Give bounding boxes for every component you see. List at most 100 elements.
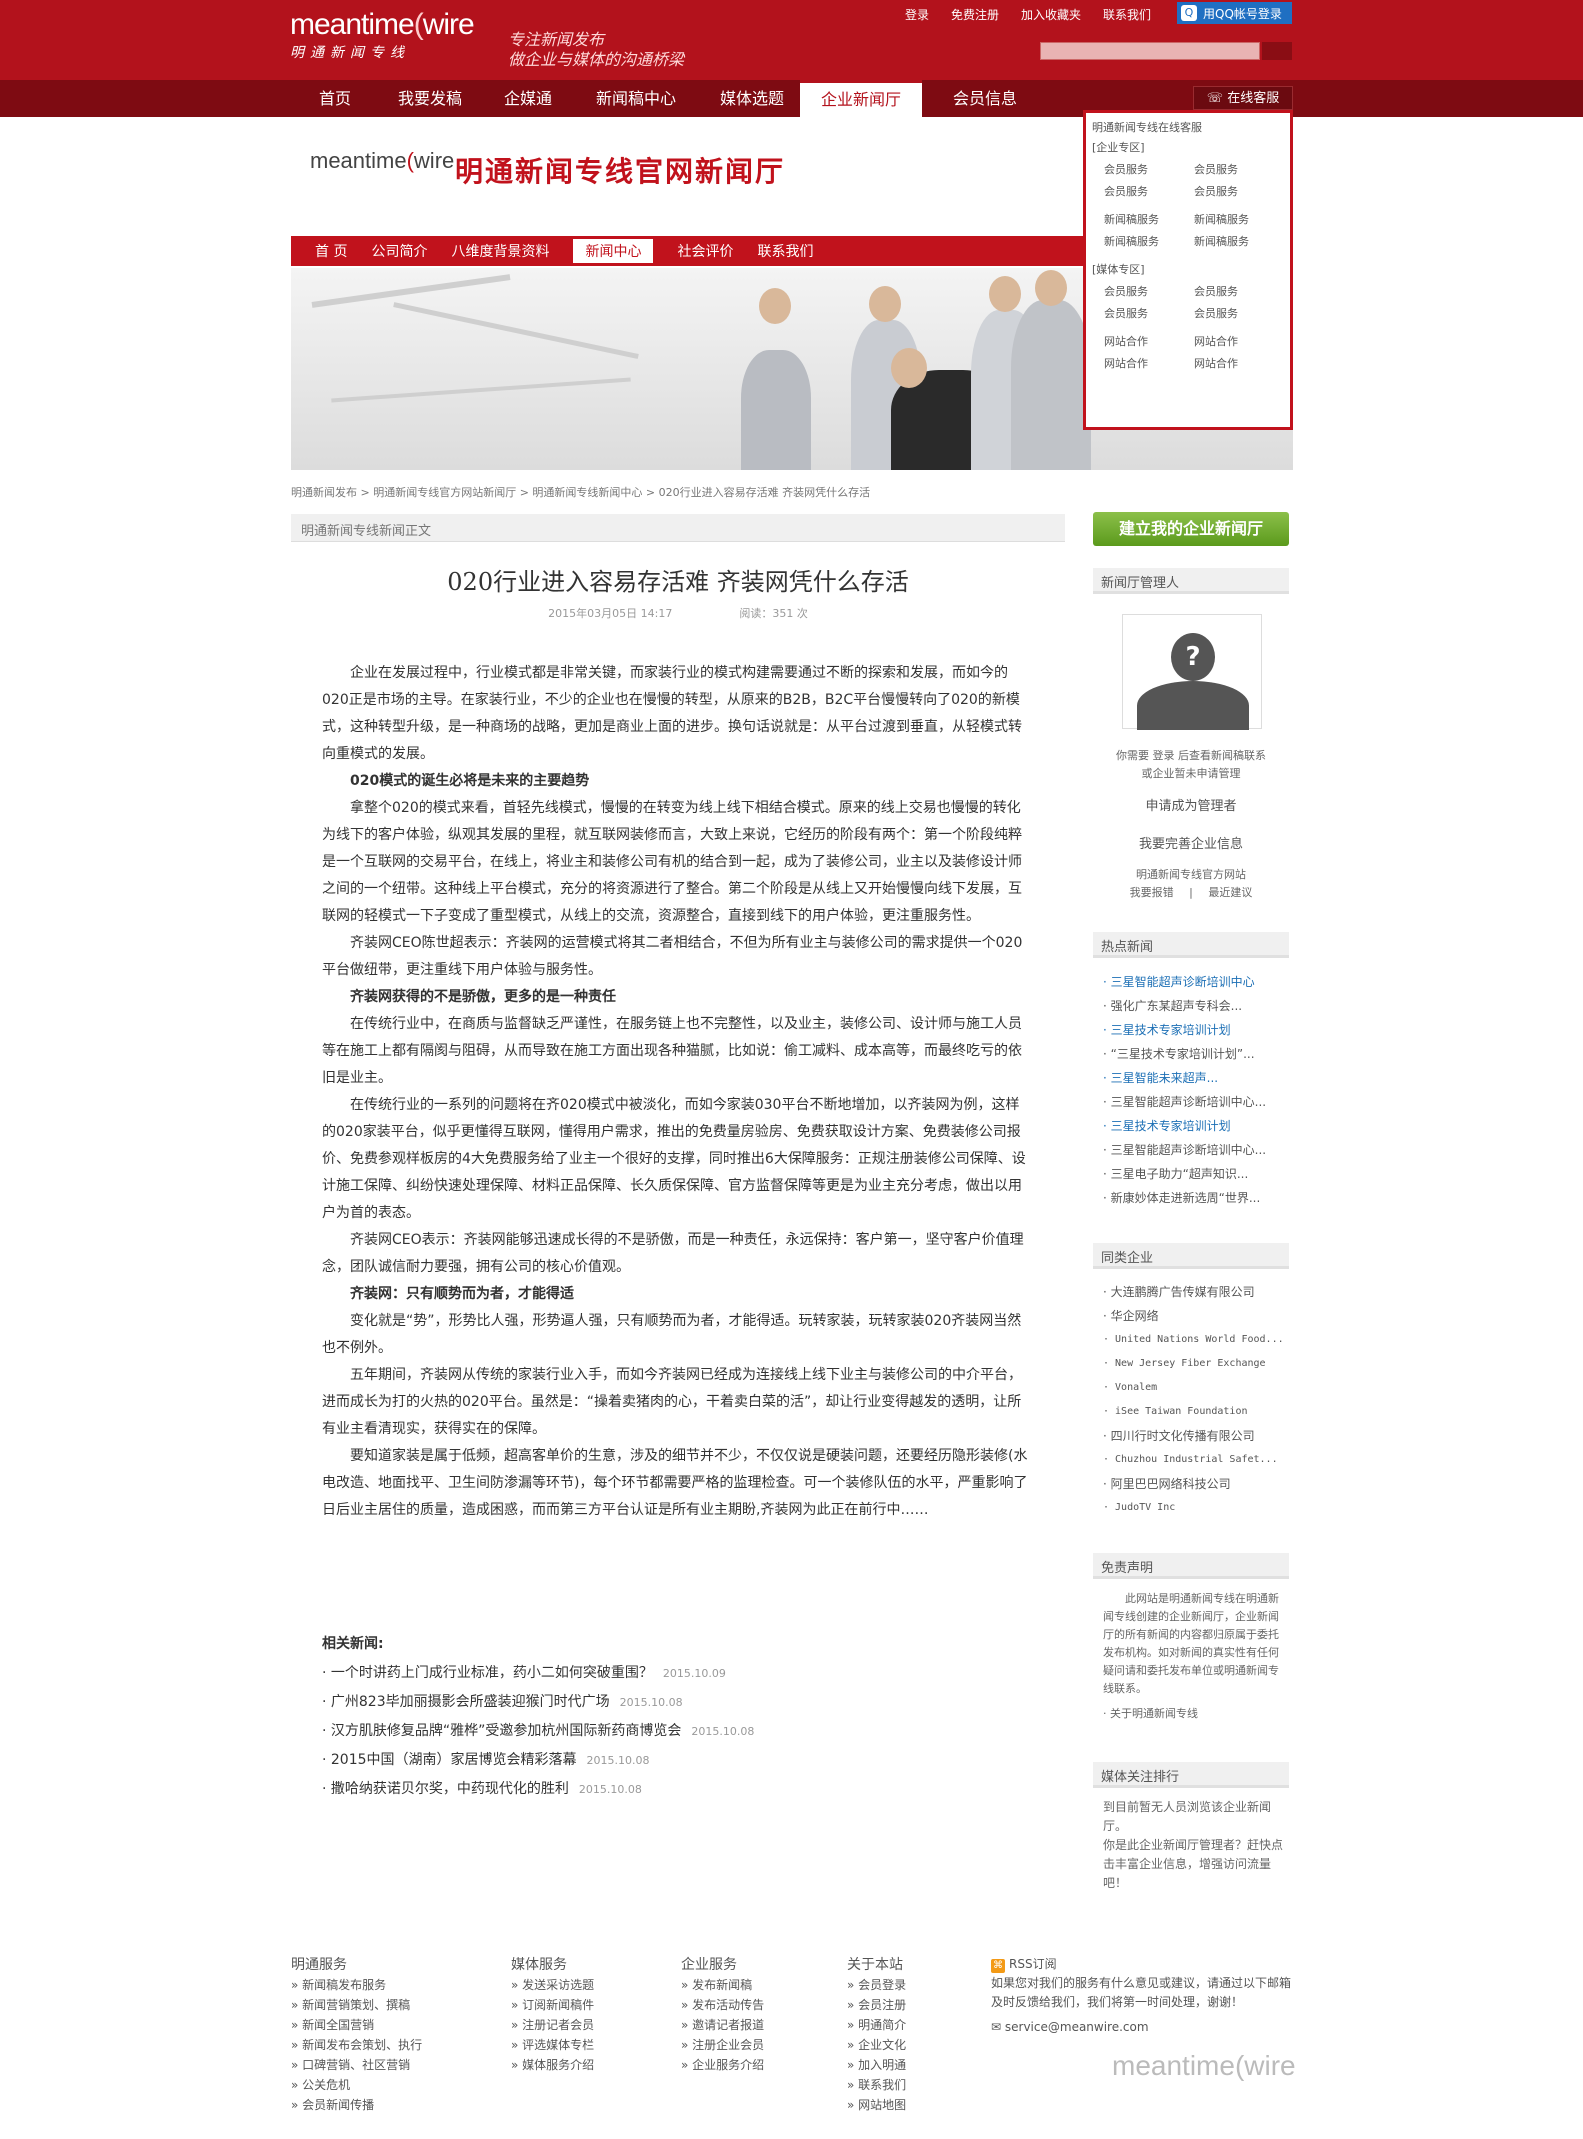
- service-link[interactable]: 网站合作: [1194, 355, 1284, 371]
- footer-link[interactable]: » 网站地图: [847, 2095, 906, 2115]
- related-news-item[interactable]: · 汉方肌肤修复品牌“雅桦”受邀参加杭州国际新药商博览会 2015.10.08: [322, 1717, 1032, 1746]
- email-link[interactable]: service@meanwire.com: [1005, 2020, 1149, 2034]
- qq-login-button[interactable]: Q 用QQ帐号登录: [1177, 2, 1292, 24]
- service-link[interactable]: 会员服务: [1104, 161, 1194, 177]
- footer-link[interactable]: » 会员注册: [847, 1995, 906, 2015]
- footer-link[interactable]: » 企业文化: [847, 2035, 906, 2055]
- footer-link[interactable]: » 发布新闻稿: [681, 1975, 764, 1995]
- footer-link[interactable]: » 发送采访选题: [511, 1975, 594, 1995]
- footer-link[interactable]: » 加入明通: [847, 2055, 906, 2075]
- service-link[interactable]: 新闻稿服务: [1194, 211, 1284, 227]
- peer-item[interactable]: · 阿里巴巴网络科技公司: [1103, 1472, 1293, 1496]
- peer-item[interactable]: · JudoTV Inc: [1103, 1496, 1293, 1520]
- breadcrumb[interactable]: 明通新闻发布 > 明通新闻专线官方网站新闻厅 > 明通新闻专线新闻中心 > 02…: [291, 484, 870, 500]
- register-link[interactable]: 免费注册: [951, 6, 999, 23]
- nav-home[interactable]: 首页: [305, 80, 365, 117]
- footer-column-title: 明通服务: [291, 1957, 347, 1973]
- service-link[interactable]: 会员服务: [1104, 183, 1194, 199]
- subnav-home[interactable]: 首 页: [315, 241, 347, 261]
- related-news-item[interactable]: · 2015中国（湖南）家居博览会精彩落幕 2015.10.08: [322, 1746, 1032, 1775]
- service-link[interactable]: 新闻稿服务: [1104, 233, 1194, 249]
- article-paragraph: 要知道家装是属于低频，超高客单价的生意，涉及的细节并不少，不仅仅说是硬装问题，还…: [322, 1448, 1028, 1518]
- footer-link[interactable]: » 发布活动传告: [681, 1995, 764, 2015]
- peer-item[interactable]: · Vonalem: [1103, 1376, 1293, 1400]
- report-error-link[interactable]: 我要报错: [1130, 886, 1174, 899]
- service-link[interactable]: 会员服务: [1104, 283, 1194, 299]
- nav-member-info[interactable]: 会员信息: [945, 80, 1025, 117]
- footer-link[interactable]: » 评选媒体专栏: [511, 2035, 594, 2055]
- hot-news-item[interactable]: · 三星技术专家培训计划: [1103, 1018, 1293, 1042]
- peer-item[interactable]: · United Nations World Food...: [1103, 1328, 1293, 1352]
- nav-enterprise-newsroom[interactable]: 企业新闻厅: [800, 80, 922, 117]
- peer-item[interactable]: · 大连鹏腾广告传媒有限公司: [1103, 1280, 1293, 1304]
- hot-news-item[interactable]: · 三星智能未来超声...: [1103, 1066, 1293, 1090]
- site-logo[interactable]: meantime(wire 明通新闻专线: [290, 8, 480, 68]
- contact-link[interactable]: 联系我们: [1103, 6, 1151, 23]
- search-button[interactable]: [1262, 42, 1292, 60]
- service-link[interactable]: 新闻稿服务: [1194, 233, 1284, 249]
- footer-link[interactable]: » 新闻稿发布服务: [291, 1975, 422, 1995]
- service-link[interactable]: 会员服务: [1194, 305, 1284, 321]
- service-link[interactable]: 新闻稿服务: [1104, 211, 1194, 227]
- footer-link[interactable]: » 新闻发布会策划、执行: [291, 2035, 422, 2055]
- hot-news-item[interactable]: · 三星技术专家培训计划: [1103, 1114, 1293, 1138]
- related-news-item[interactable]: · 撒哈纳获诺贝尔奖，中药现代化的胜利 2015.10.08: [322, 1775, 1032, 1804]
- nav-media-topics[interactable]: 媒体选题: [712, 80, 792, 117]
- service-link[interactable]: 会员服务: [1194, 183, 1284, 199]
- subnav-background[interactable]: 八维度背景资料: [451, 241, 549, 261]
- nav-qimeitong[interactable]: 企媒通: [495, 80, 561, 117]
- footer-link[interactable]: » 会员登录: [847, 1975, 906, 1995]
- subnav-news-center[interactable]: 新闻中心: [573, 239, 654, 263]
- create-newsroom-button[interactable]: 建立我的企业新闻厅: [1093, 512, 1289, 546]
- article-views: 阅读：351 次: [739, 607, 808, 620]
- footer-link[interactable]: » 会员新闻传播: [291, 2095, 422, 2115]
- suggestion-link[interactable]: 最近建议: [1208, 886, 1252, 899]
- nav-release-center[interactable]: 新闻稿中心: [588, 80, 684, 117]
- apply-manager-link[interactable]: 申请成为管理者: [1093, 795, 1289, 814]
- about-link[interactable]: · 关于明通新闻专线: [1103, 1705, 1198, 1721]
- hot-news-item[interactable]: · 三星智能超声诊断培训中心...: [1103, 1138, 1293, 1162]
- footer-link[interactable]: » 明通简介: [847, 2015, 906, 2035]
- footer-link[interactable]: » 公关危机: [291, 2075, 422, 2095]
- service-link[interactable]: 会员服务: [1194, 283, 1284, 299]
- subnav-contact[interactable]: 联系我们: [757, 241, 813, 261]
- login-link[interactable]: 登录: [905, 6, 929, 23]
- nav-publish[interactable]: 我要发稿: [390, 80, 470, 117]
- hot-news-item[interactable]: · 三星智能超声诊断培训中心...: [1103, 1090, 1293, 1114]
- hot-news-item[interactable]: · 强化广东某超声专科会...: [1103, 994, 1293, 1018]
- related-news-item[interactable]: · 一个时讲药上门成行业标准，药小二如何突破重围？ 2015.10.09: [322, 1659, 1032, 1688]
- improve-info-link[interactable]: 我要完善企业信息: [1093, 833, 1289, 852]
- footer-link[interactable]: » 联系我们: [847, 2075, 906, 2095]
- service-link[interactable]: 会员服务: [1194, 161, 1284, 177]
- footer-link[interactable]: » 口碑营销、社区营销: [291, 2055, 422, 2075]
- newsroom-logo[interactable]: meantime(wire: [310, 148, 454, 198]
- footer-link[interactable]: » 注册记者会员: [511, 2015, 594, 2035]
- footer-link[interactable]: » 注册企业会员: [681, 2035, 764, 2055]
- footer-link[interactable]: » 邀请记者报道: [681, 2015, 764, 2035]
- peer-item[interactable]: · 华企网络: [1103, 1304, 1293, 1328]
- footer-link[interactable]: » 新闻营销策划、撰稿: [291, 1995, 422, 2015]
- hot-news-item[interactable]: · 三星智能超声诊断培训中心: [1103, 970, 1293, 994]
- service-link[interactable]: 会员服务: [1104, 305, 1194, 321]
- hot-news-item[interactable]: · 新康妙体走进新选周“世界...: [1103, 1186, 1293, 1210]
- footer-link[interactable]: » 订阅新闻稿件: [511, 1995, 594, 2015]
- peer-item[interactable]: · iSee Taiwan Foundation: [1103, 1400, 1293, 1424]
- service-link[interactable]: 网站合作: [1194, 333, 1284, 349]
- related-news-item[interactable]: · 广州823毕加丽摄影会所盛装迎猴门时代广场 2015.10.08: [322, 1688, 1032, 1717]
- peer-item[interactable]: · 四川行时文化传播有限公司: [1103, 1424, 1293, 1448]
- service-link[interactable]: 网站合作: [1104, 355, 1194, 371]
- footer-link[interactable]: » 新闻全国营销: [291, 2015, 422, 2035]
- peer-item[interactable]: · New Jersey Fiber Exchange: [1103, 1352, 1293, 1376]
- peer-item[interactable]: · Chuzhou Industrial Safet...: [1103, 1448, 1293, 1472]
- subnav-reviews[interactable]: 社会评价: [677, 241, 733, 261]
- footer-link[interactable]: » 企业服务介绍: [681, 2055, 764, 2075]
- hot-news-item[interactable]: · 三星电子助力“超声知识...: [1103, 1162, 1293, 1186]
- search-input[interactable]: [1040, 42, 1260, 60]
- favorite-link[interactable]: 加入收藏夹: [1021, 6, 1081, 23]
- rss-link[interactable]: RSS订阅: [1009, 1957, 1057, 1971]
- service-link[interactable]: 网站合作: [1104, 333, 1194, 349]
- footer-link[interactable]: » 媒体服务介绍: [511, 2055, 594, 2075]
- hot-news-item[interactable]: · “三星技术专家培训计划”...: [1103, 1042, 1293, 1066]
- online-service-tab[interactable]: ☏ 在线客服: [1193, 86, 1293, 110]
- subnav-about[interactable]: 公司简介: [371, 241, 427, 261]
